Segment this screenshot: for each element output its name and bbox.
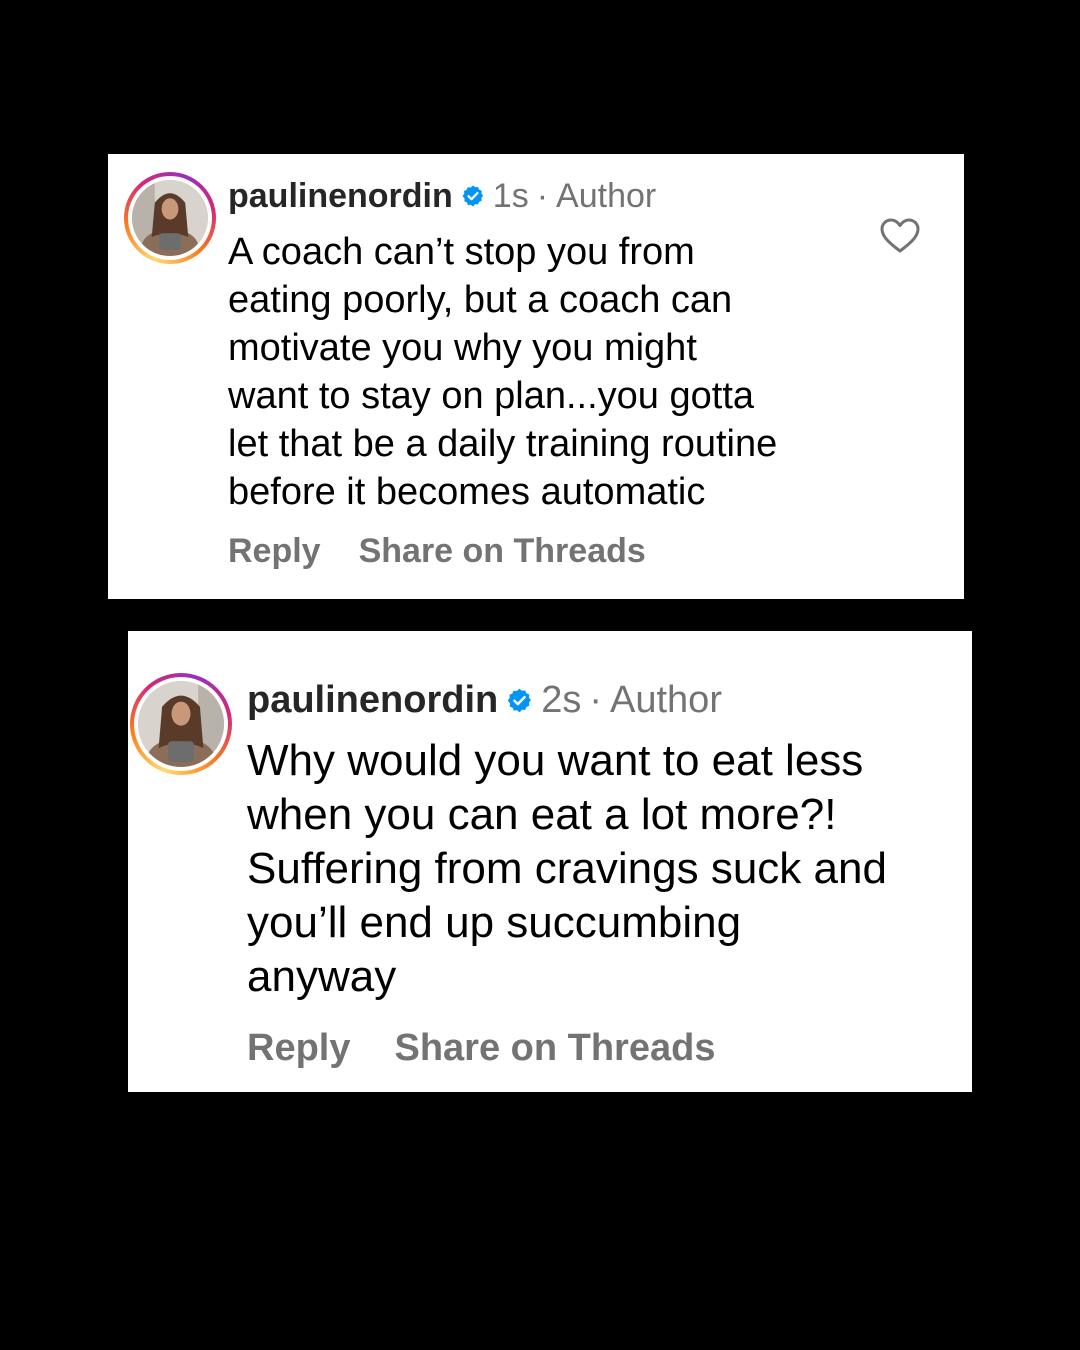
story-ring[interactable] xyxy=(124,172,216,264)
reply-button[interactable]: Reply xyxy=(228,532,321,571)
comment-header: paulinenordin 2s · Author xyxy=(247,678,722,722)
reply-button[interactable]: Reply xyxy=(247,1027,350,1070)
comment-card: paulinenordin 1s · Author A coach can’t … xyxy=(108,154,964,599)
heart-icon[interactable] xyxy=(880,218,920,254)
avatar[interactable] xyxy=(138,681,224,767)
comment-text: Why would you want to eat less when you … xyxy=(247,736,887,1001)
comment-text: A coach can’t stop you from eating poorl… xyxy=(228,231,778,513)
avatar[interactable] xyxy=(132,180,208,256)
comment-card: paulinenordin 2s · Author Why would you … xyxy=(128,631,972,1092)
comment-actions: Reply Share on Threads xyxy=(247,1027,715,1070)
timestamp: 2s xyxy=(541,678,582,721)
username[interactable]: paulinenordin xyxy=(228,177,453,216)
verified-badge-icon xyxy=(506,687,533,714)
share-on-threads-button[interactable]: Share on Threads xyxy=(394,1027,715,1070)
comment-actions: Reply Share on Threads xyxy=(228,532,646,571)
verified-badge-icon xyxy=(461,184,485,208)
timestamp: 1s xyxy=(492,176,529,215)
comment-header: paulinenordin 1s · Author xyxy=(228,176,656,216)
author-label: Author xyxy=(610,678,722,721)
username[interactable]: paulinenordin xyxy=(247,679,498,722)
author-label: Author xyxy=(556,176,657,215)
separator: · xyxy=(536,176,549,215)
share-on-threads-button[interactable]: Share on Threads xyxy=(359,532,646,571)
separator: · xyxy=(589,678,603,721)
story-ring[interactable] xyxy=(130,673,232,775)
